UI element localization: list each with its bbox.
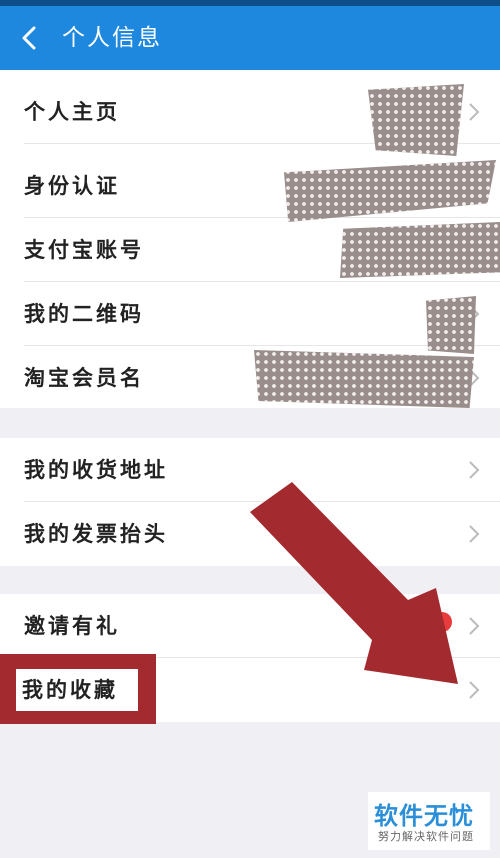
row-invoice-title[interactable]: 我的发票抬头 <box>0 502 500 566</box>
notification-badge <box>432 612 452 632</box>
watermark-title: 软件无忧 <box>374 802 474 830</box>
row-label: 身份认证 <box>24 173 120 198</box>
page-title: 个人信息 <box>62 25 162 51</box>
address-section: 我的收货地址 我的发票抬头 <box>0 438 500 566</box>
redaction-mask <box>340 222 500 278</box>
row-favorites-label-wrap[interactable]: 我的收藏 <box>0 658 156 722</box>
row-label: 我的收货地址 <box>24 457 168 482</box>
row-label: 邀请有礼 <box>24 613 120 638</box>
redaction-mask <box>368 84 464 156</box>
chevron-right-icon <box>469 461 480 479</box>
row-label: 我的二维码 <box>24 301 144 326</box>
watermark: 软件无忧 努力解决软件问题 <box>368 792 490 850</box>
chevron-right-icon <box>469 681 480 699</box>
chevron-right-icon <box>469 525 480 543</box>
watermark-subtitle: 努力解决软件问题 <box>378 830 474 843</box>
row-label: 淘宝会员名 <box>24 365 144 390</box>
redaction-mask <box>254 350 474 408</box>
row-label: 我的发票抬头 <box>24 521 168 546</box>
chevron-right-icon <box>469 617 480 635</box>
row-qrcode[interactable]: 我的二维码 <box>0 282 500 346</box>
app-header: 个人信息 <box>0 6 500 70</box>
row-label: 我的收藏 <box>22 677 118 702</box>
row-label: 个人主页 <box>24 99 120 124</box>
row-invite[interactable]: 邀请有礼 <box>0 594 500 658</box>
back-arrow-icon[interactable] <box>18 26 42 50</box>
chevron-right-icon <box>469 103 480 121</box>
row-label: 支付宝账号 <box>24 237 144 262</box>
redaction-mask <box>426 296 476 354</box>
row-shipping-address[interactable]: 我的收货地址 <box>0 438 500 502</box>
